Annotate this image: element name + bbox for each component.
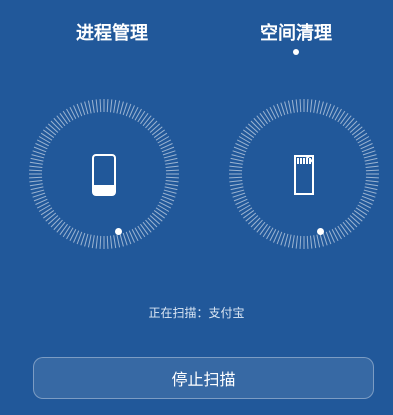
sd-card-icon — [294, 155, 314, 195]
stop-scan-button[interactable]: 停止扫描 — [33, 357, 374, 399]
dial-progress-dot — [317, 228, 324, 235]
scan-status-text: 正在扫描：支付宝 — [148, 306, 245, 320]
space-scan-dial — [228, 98, 380, 250]
tab-space-cleanup[interactable]: 空间清理 — [246, 22, 346, 46]
tab-process-management[interactable]: 进程管理 — [62, 22, 162, 46]
dial-progress-dot — [115, 228, 122, 235]
phone-memory-icon — [92, 154, 116, 196]
active-tab-indicator — [293, 49, 299, 55]
process-scan-dial — [28, 98, 180, 250]
